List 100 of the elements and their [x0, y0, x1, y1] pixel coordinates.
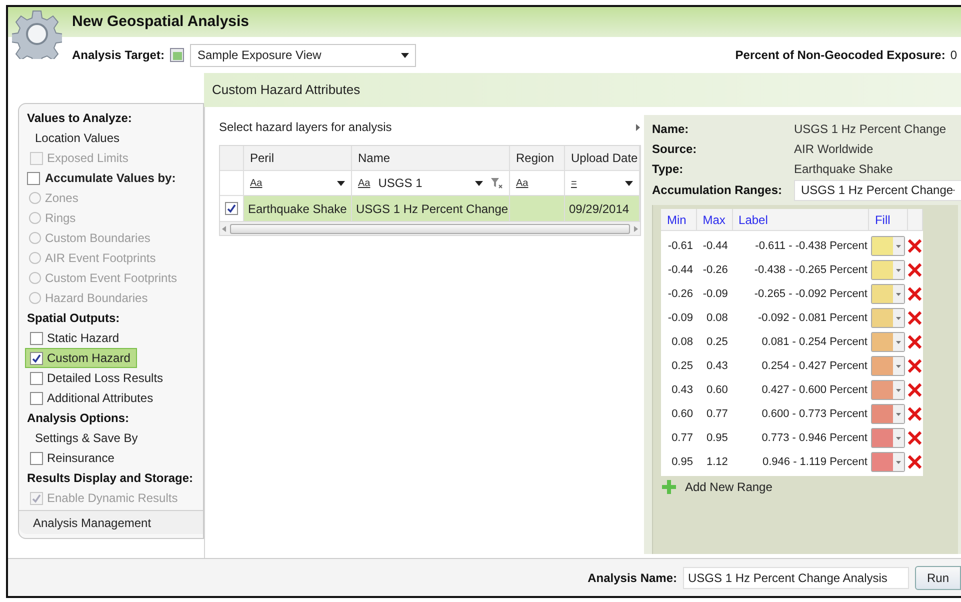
- option-label: Additional Attributes: [47, 390, 154, 407]
- field-label: Percent of Non-Geocoded Exposure:: [735, 47, 946, 64]
- horizontal-scrollbar[interactable]: [220, 221, 640, 235]
- delete-icon[interactable]: [907, 430, 923, 446]
- delete-icon[interactable]: [907, 358, 923, 374]
- fill-picker[interactable]: [871, 428, 906, 448]
- layer-row[interactable]: Earthquake Shake USGS 1 Hz Percent Change 09/29/2014: [220, 196, 640, 221]
- fill-picker[interactable]: [871, 284, 906, 304]
- caret-icon: [337, 180, 345, 186]
- fill-picker[interactable]: [871, 236, 906, 256]
- caret-icon: [896, 244, 902, 248]
- filter-cell[interactable]: Aa USGS 1: [352, 171, 510, 195]
- checkbox-option[interactable]: Detailed Loss Results: [25, 368, 170, 388]
- delete-icon[interactable]: [907, 262, 923, 278]
- checkbox[interactable]: [30, 352, 43, 364]
- option-label[interactable]: Settings & Save By: [35, 429, 138, 447]
- column-header[interactable]: Upload Date: [565, 146, 640, 170]
- checkbox[interactable]: [30, 392, 43, 404]
- checkbox[interactable]: [225, 202, 238, 215]
- detail-label: Source:: [652, 141, 698, 158]
- range-min: 0.60: [670, 406, 693, 422]
- filter-value[interactable]: USGS 1: [378, 174, 422, 192]
- range-label: 0.254 - 0.427 Percent: [760, 358, 868, 374]
- checkbox-option[interactable]: Static Hazard: [25, 328, 126, 348]
- caret-icon: [896, 364, 902, 368]
- delete-icon[interactable]: [907, 238, 923, 254]
- range-max: -0.44: [702, 238, 728, 254]
- add-range-link[interactable]: Add New Range: [685, 478, 772, 496]
- range-min: 0.43: [670, 382, 693, 398]
- section-heading: Values to Analyze:: [27, 110, 132, 127]
- delete-icon[interactable]: [907, 310, 923, 326]
- filter-operator[interactable]: =: [571, 176, 577, 190]
- option-label: Exposed Limits: [47, 150, 128, 167]
- filter-cell[interactable]: =: [565, 171, 640, 195]
- field-label: Analysis Name:: [588, 570, 677, 586]
- detail-value: USGS 1 Hz Percent Change: [794, 121, 946, 138]
- table-cell-text: USGS 1 Hz Percent Change: [356, 200, 508, 218]
- gear-icon: [12, 9, 62, 59]
- checkbox[interactable]: [30, 452, 43, 464]
- checkbox[interactable]: [30, 332, 43, 344]
- range-min: 0.77: [670, 430, 693, 446]
- run-button[interactable]: Run: [915, 566, 961, 590]
- fill-picker[interactable]: [871, 332, 906, 352]
- scroll-right-icon[interactable]: [634, 226, 638, 232]
- delete-icon[interactable]: [907, 334, 923, 350]
- column-header[interactable]: Fill: [874, 210, 890, 228]
- detail-label: Name:: [652, 121, 690, 138]
- ranges-dropdown[interactable]: USGS 1 Hz Percent Change: [794, 180, 961, 200]
- table-cell-text: 09/29/2014: [569, 200, 630, 218]
- delete-icon[interactable]: [907, 454, 923, 470]
- filter-cell[interactable]: Aa: [244, 171, 352, 195]
- fill-picker[interactable]: [871, 452, 906, 472]
- clear-filter-icon[interactable]: [491, 178, 503, 188]
- range-min: -0.09: [666, 310, 693, 326]
- detail-value: AIR Worldwide: [794, 141, 874, 158]
- range-label: 0.600 - 0.773 Percent: [760, 406, 868, 422]
- caret-icon: [896, 316, 902, 320]
- section-title: Custom Hazard Attributes: [212, 81, 360, 100]
- checkbox-option[interactable]: Additional Attributes: [25, 388, 160, 408]
- management-tab[interactable]: Analysis Management: [19, 510, 203, 534]
- fill-picker[interactable]: [871, 380, 906, 400]
- detail-value: Earthquake Shake: [794, 161, 893, 178]
- scroll-left-icon[interactable]: [222, 226, 226, 232]
- fill-picker[interactable]: [871, 260, 906, 280]
- filter-cell[interactable]: Aa: [510, 171, 565, 195]
- column-header[interactable]: Name: [352, 146, 510, 170]
- range-min: 0.25: [670, 358, 693, 374]
- delete-icon[interactable]: [907, 382, 923, 398]
- filter-operator[interactable]: Aa: [250, 176, 262, 190]
- checkbox[interactable]: [27, 172, 40, 184]
- delete-icon[interactable]: [907, 286, 923, 302]
- caret-icon: [896, 460, 902, 464]
- checkbox-option[interactable]: Custom Hazard: [25, 348, 138, 368]
- column-header[interactable]: Region: [510, 146, 565, 170]
- range-max: -0.09: [702, 286, 728, 302]
- filter-operator[interactable]: Aa: [516, 176, 528, 190]
- expand-arrow-icon[interactable]: [636, 124, 640, 130]
- analysis-name-field[interactable]: USGS 1 Hz Percent Change Analysis: [683, 566, 909, 588]
- column-header[interactable]: Min: [667, 210, 686, 228]
- range-min: -0.26: [666, 286, 693, 302]
- checkbox[interactable]: [30, 372, 43, 384]
- range-label: 0.773 - 0.946 Percent: [760, 430, 868, 446]
- option-label[interactable]: Location Values: [35, 129, 120, 147]
- fill-picker[interactable]: [871, 404, 906, 424]
- range-max: 0.43: [705, 358, 728, 374]
- fill-picker[interactable]: [871, 356, 906, 376]
- filter-operator[interactable]: Aa: [358, 176, 370, 190]
- delete-icon[interactable]: [907, 406, 923, 422]
- column-header[interactable]: Label: [738, 210, 768, 228]
- option-label: Reinsurance: [47, 450, 114, 467]
- range-max: -0.26: [702, 262, 728, 278]
- fill-picker[interactable]: [871, 308, 906, 328]
- range-max: 0.08: [705, 310, 728, 326]
- option-label: Custom Boundaries: [45, 230, 150, 247]
- column-header[interactable]: Peril: [244, 146, 352, 170]
- column-header[interactable]: Max: [702, 210, 726, 228]
- checkbox-option[interactable]: Reinsurance: [25, 448, 122, 468]
- range-min: 0.95: [670, 454, 693, 470]
- target-dropdown[interactable]: Sample Exposure View: [190, 44, 416, 66]
- caret-icon: [896, 412, 902, 416]
